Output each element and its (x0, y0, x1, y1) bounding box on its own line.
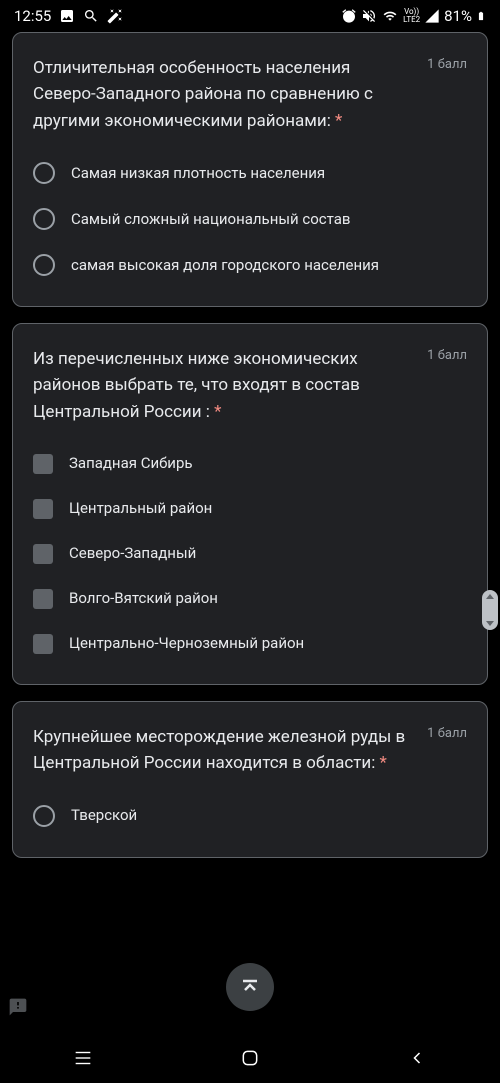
wand-icon (107, 8, 123, 24)
option-label: Самая низкая плотность населения (71, 163, 325, 184)
question-card: Отличительная особенность населения Севе… (12, 32, 488, 307)
checkbox-option[interactable]: Волго-Вятский район (33, 580, 467, 617)
checkbox-icon (33, 499, 53, 519)
options-group: Самая низкая плотность населения Самый с… (33, 154, 467, 284)
radio-icon (33, 254, 55, 276)
question-card: Крупнейшее месторождение железной руды в… (12, 701, 488, 858)
mute-icon (361, 8, 377, 24)
option-label: Самый сложный национальный состав (71, 209, 350, 230)
scroll-top-button[interactable] (226, 963, 274, 1011)
points-label: 1 балл (427, 57, 467, 72)
radio-option[interactable]: Тверской (33, 797, 467, 835)
options-group: Западная Сибирь Центральный район Северо… (33, 445, 467, 662)
battery-icon (476, 8, 486, 24)
home-button[interactable] (210, 1038, 290, 1078)
option-label: Центральный район (69, 498, 212, 519)
status-bar: 12:55 Vo))LTE2 81% (0, 0, 500, 32)
radio-option[interactable]: Самый сложный национальный состав (33, 200, 467, 238)
nav-bar (0, 1033, 500, 1083)
status-right: Vo))LTE2 81% (341, 7, 486, 25)
volte-label: Vo))LTE2 (403, 8, 420, 24)
points-label: 1 балл (427, 348, 467, 363)
alarm-icon (341, 8, 357, 24)
checkbox-icon (33, 589, 53, 609)
option-label: Северо-Западный (69, 543, 196, 564)
question-card: Из перечисленных ниже экономических райо… (12, 323, 488, 685)
recents-button[interactable] (43, 1038, 123, 1078)
form-content: Отличительная особенность населения Севе… (0, 32, 500, 858)
checkbox-icon (33, 544, 53, 564)
status-left: 12:55 (14, 7, 123, 25)
points-label: 1 балл (427, 726, 467, 741)
question-header: Крупнейшее месторождение железной руды в… (33, 724, 467, 777)
required-mark: * (335, 111, 342, 131)
option-label: Центрально-Черноземный район (69, 633, 304, 654)
checkbox-option[interactable]: Центральный район (33, 490, 467, 527)
radio-icon (33, 162, 55, 184)
option-label: самая высокая доля городского населения (71, 255, 379, 276)
question-text: Крупнейшее месторождение железной руды в… (33, 724, 421, 777)
checkbox-option[interactable]: Центрально-Черноземный район (33, 625, 467, 662)
required-mark: * (380, 753, 387, 773)
checkbox-icon (33, 634, 53, 654)
checkbox-icon (33, 454, 53, 474)
option-label: Западная Сибирь (69, 453, 193, 474)
battery-label: 81% (444, 7, 472, 25)
radio-icon (33, 805, 55, 827)
signal-icon (424, 8, 440, 24)
search-icon (83, 8, 99, 24)
option-label: Тверской (71, 805, 137, 826)
question-header: Отличительная особенность населения Севе… (33, 55, 467, 134)
radio-option[interactable]: Самая низкая плотность населения (33, 154, 467, 192)
radio-option[interactable]: самая высокая доля городского населения (33, 246, 467, 284)
option-label: Волго-Вятский район (69, 588, 218, 609)
required-mark: * (214, 402, 221, 422)
wifi-icon (381, 9, 399, 23)
checkbox-option[interactable]: Северо-Западный (33, 535, 467, 572)
options-group: Тверской (33, 797, 467, 835)
feedback-icon[interactable] (8, 997, 28, 1021)
question-text: Отличительная особенность населения Севе… (33, 55, 421, 134)
clock: 12:55 (14, 7, 51, 25)
checkbox-option[interactable]: Западная Сибирь (33, 445, 467, 482)
radio-icon (33, 208, 55, 230)
scroll-indicator[interactable] (482, 590, 498, 630)
image-icon (59, 8, 75, 24)
question-header: Из перечисленных ниже экономических райо… (33, 346, 467, 425)
back-button[interactable] (377, 1038, 457, 1078)
question-text: Из перечисленных ниже экономических райо… (33, 346, 421, 425)
